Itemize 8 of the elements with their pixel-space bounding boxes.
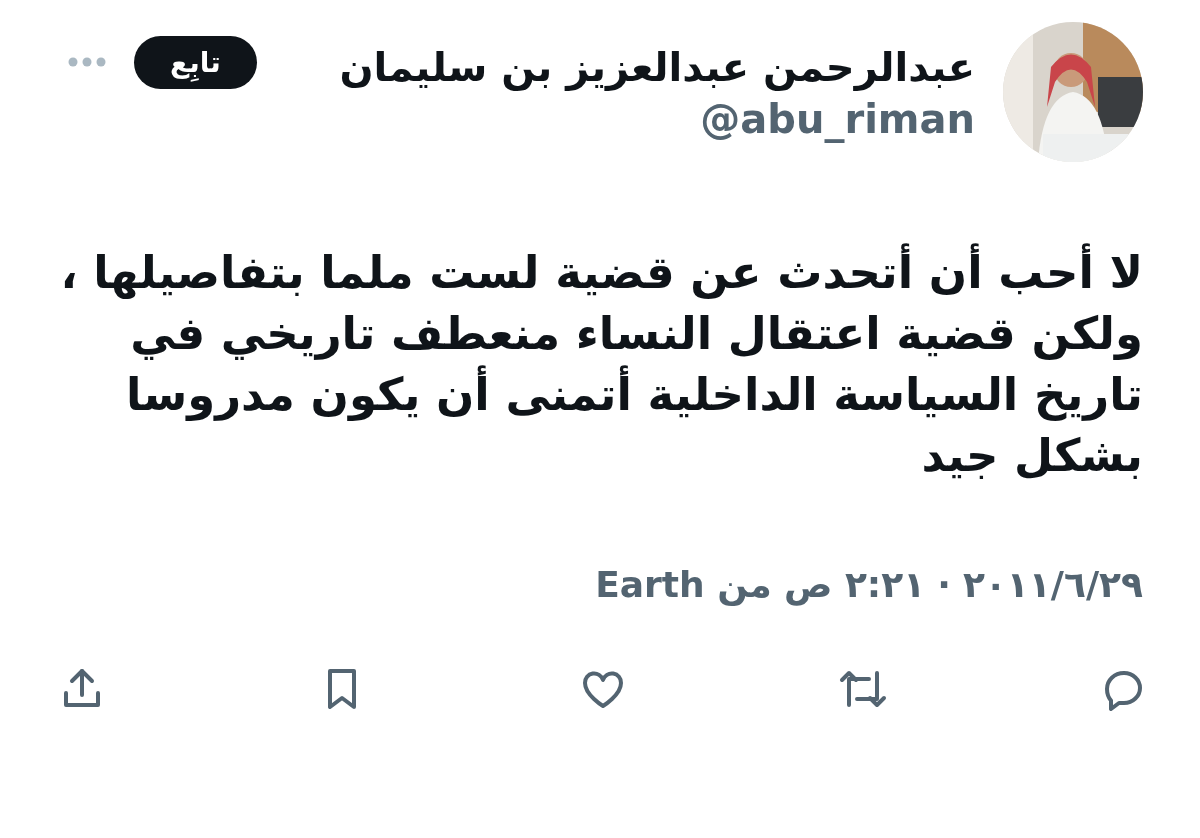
- follow-button[interactable]: تابِع: [134, 35, 257, 89]
- date-text: ٢٠١١/٦/٢٩: [962, 564, 1143, 605]
- user-handle: @abu_riman: [700, 95, 975, 143]
- user-name: عبدالرحمن عبدالعزيز بن سليمان: [338, 43, 975, 93]
- tweet-text: لا أحب أن أتحدث عن قضية لست ملما بتفاصيلها ، ولكن قضية اعتقال النساء منعطف تاريخي في تاريخ السياسة الداخلية أتمنى أن يكون مدروسا بشكل جيد: [58, 242, 1143, 486]
- time-text: ٢:٢١ ص: [783, 564, 926, 605]
- source-text: من Earth: [595, 564, 772, 605]
- separator-dot: ·: [937, 564, 951, 605]
